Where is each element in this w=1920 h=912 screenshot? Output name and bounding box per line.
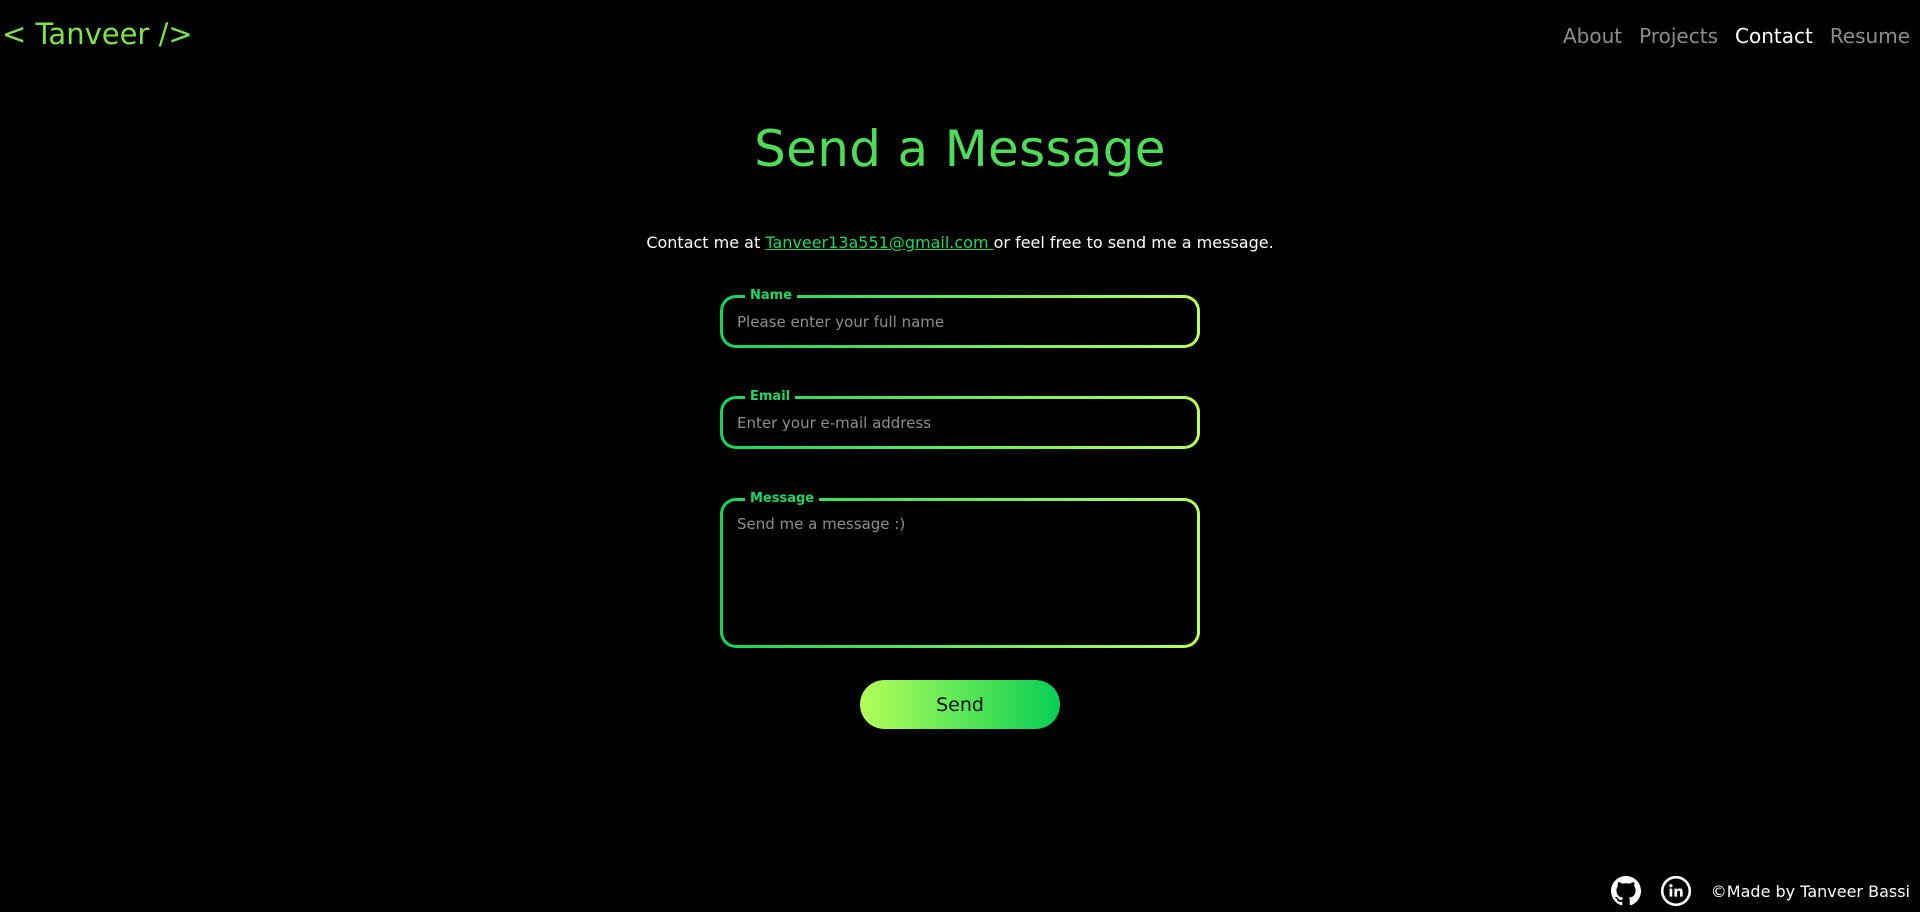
copyright-text: ©Made by Tanveer Bassi [1710,881,1910,901]
footer: ©Made by Tanveer Bassi [1610,876,1910,906]
email-link[interactable]: Tanveer13a551@gmail.com [765,233,993,252]
page-title: Send a Message [754,120,1166,178]
linkedin-icon[interactable] [1660,876,1691,906]
message-label: Message [745,492,820,506]
nav-link-contact[interactable]: Contact [1735,24,1813,48]
send-button[interactable]: Send [860,680,1060,729]
intro-text-after: or feel free to send me a message. [993,233,1274,252]
nav-link-about[interactable]: About [1563,24,1622,48]
site-logo[interactable]: < Tanveer /> [2,17,193,51]
email-field: Email [720,390,1200,449]
contact-intro: Contact me at Tanveer13a551@gmail.com or… [0,233,1920,252]
email-label: Email [745,390,796,404]
nav-link-resume[interactable]: Resume [1830,24,1910,48]
message-textarea[interactable] [723,501,1197,645]
github-icon[interactable] [1610,876,1641,906]
name-input[interactable] [723,298,1197,345]
main-nav: About Projects Contact Resume [1563,24,1910,48]
message-field: Message [720,492,1200,648]
name-field: Name [720,289,1200,348]
name-label: Name [745,289,798,303]
intro-text-before: Contact me at [646,233,766,252]
nav-link-projects[interactable]: Projects [1639,24,1718,48]
email-input[interactable] [723,399,1197,446]
